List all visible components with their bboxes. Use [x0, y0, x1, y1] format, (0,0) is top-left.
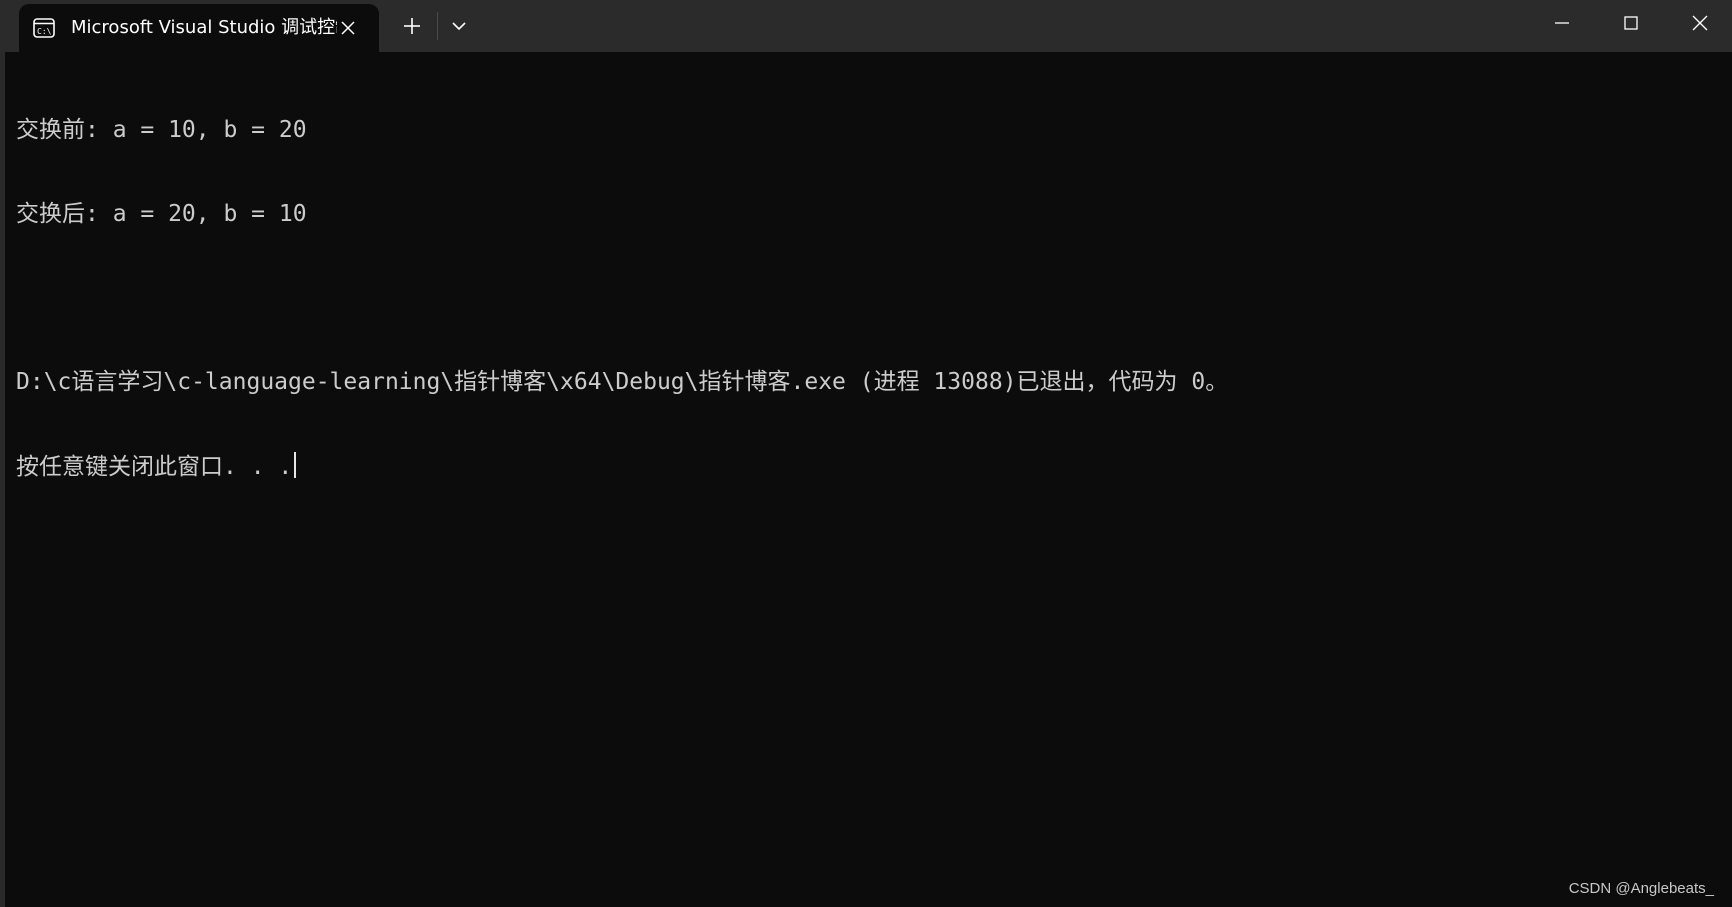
- left-edge: [0, 50, 5, 907]
- terminal-prompt-line: 按任意键关闭此窗口. . .: [16, 452, 1716, 480]
- watermark: CSDN @Anglebeats_: [1568, 880, 1714, 897]
- tab-title: Microsoft Visual Studio 调试控制台: [71, 17, 337, 38]
- maximize-button[interactable]: [1597, 0, 1665, 46]
- terminal-line: 交换前: a = 10, b = 20: [16, 117, 307, 143]
- close-icon: [1692, 15, 1708, 31]
- terminal-window: C:\ Microsoft Visual Studio 调试控制台: [0, 0, 1732, 907]
- maximize-icon: [1624, 16, 1638, 30]
- terminal-line: D:\c语言学习\c-language-learning\指针博客\x64\De…: [16, 369, 1229, 395]
- scrollbar[interactable]: [1720, 52, 1732, 907]
- terminal-line-text: 按任意键关闭此窗口. . .: [16, 454, 293, 480]
- new-tab-button[interactable]: [398, 12, 426, 40]
- tab-dropdown-button[interactable]: [445, 12, 473, 40]
- text-cursor: [294, 452, 297, 478]
- window-close-button[interactable]: [1666, 0, 1732, 46]
- chevron-down-icon: [452, 22, 466, 31]
- close-icon[interactable]: [336, 16, 360, 40]
- minimize-icon: [1555, 22, 1569, 24]
- tab-debug-console[interactable]: C:\ Microsoft Visual Studio 调试控制台: [19, 4, 379, 52]
- terminal-line: 交换后: a = 20, b = 10: [16, 201, 307, 227]
- svg-text:C:\: C:\: [37, 27, 52, 36]
- title-bar[interactable]: C:\ Microsoft Visual Studio 调试控制台: [0, 0, 1732, 52]
- plus-icon: [404, 18, 420, 34]
- terminal-output[interactable]: 交换前: a = 10, b = 20 交换后: a = 20, b = 10 …: [16, 60, 1716, 536]
- tab-separator: [437, 12, 438, 40]
- minimize-button[interactable]: [1528, 0, 1596, 46]
- terminal-icon: C:\: [33, 18, 55, 38]
